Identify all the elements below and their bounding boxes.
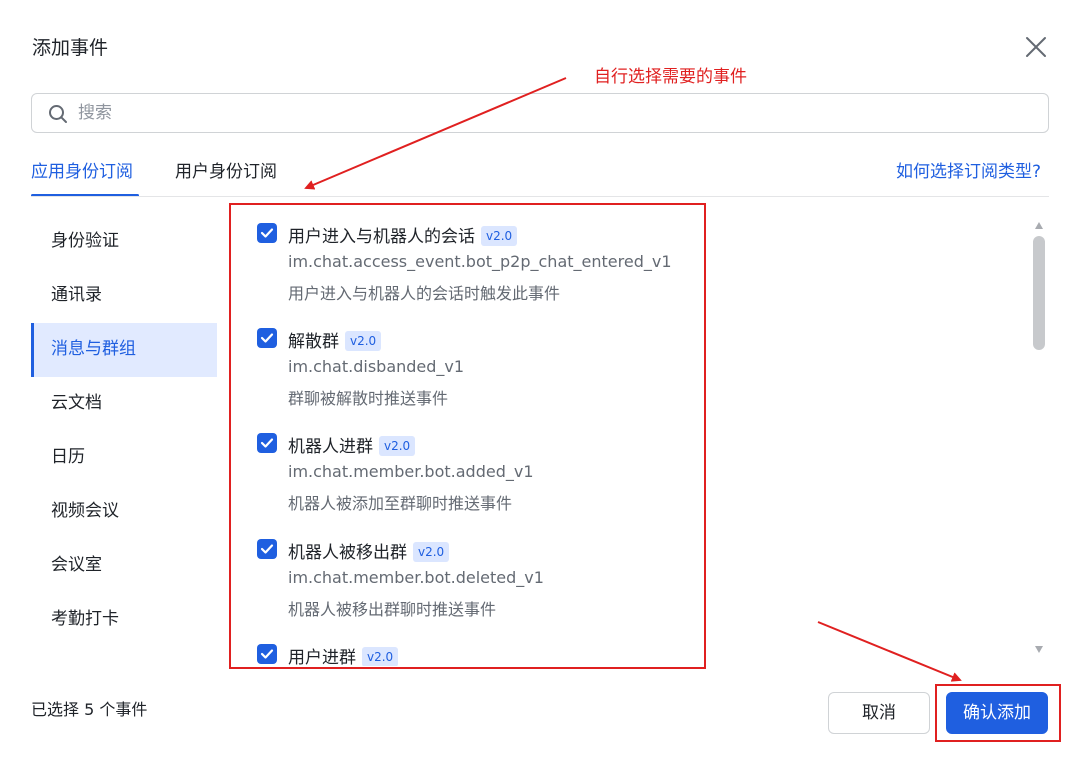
search-box[interactable] (31, 93, 1049, 133)
tab-user-subscription[interactable]: 用户身份订阅 (175, 157, 277, 182)
event-name: 用户进群 v2.0 (288, 643, 399, 666)
scroll-thumb[interactable] (1033, 236, 1045, 350)
event-name: 机器人进群 v2.0 (288, 432, 416, 457)
event-name-text: 用户进群 (288, 648, 356, 666)
close-icon[interactable] (1022, 33, 1050, 61)
event-name-text: 机器人被移出群 (288, 543, 407, 563)
sidebar-item-docs[interactable]: 云文档 (31, 377, 217, 431)
event-checkbox[interactable] (257, 644, 277, 664)
event-checkbox[interactable] (257, 539, 277, 559)
subscription-type-help-link[interactable]: 如何选择订阅类型? (896, 157, 1041, 182)
scroll-up-arrow-icon[interactable] (1035, 222, 1043, 229)
dialog-title: 添加事件 (32, 37, 109, 59)
sidebar-item-auth[interactable]: 身份验证 (31, 215, 217, 269)
sidebar-item-meeting-room[interactable]: 会议室 (31, 539, 217, 593)
version-badge: v2.0 (345, 331, 382, 351)
event-list: 用户进入与机器人的会话 v2.0 im.chat.access_event.bot… (230, 202, 1030, 666)
event-code: im.chat.access_event.bot_p2p_chat_entere… (288, 252, 672, 271)
sidebar-item-video-meeting[interactable]: 视频会议 (31, 485, 217, 539)
version-badge: v2.0 (481, 226, 518, 246)
version-badge: v2.0 (362, 647, 399, 666)
event-code: im.chat.member.bot.added_v1 (288, 462, 534, 481)
event-checkbox[interactable] (257, 223, 277, 243)
event-checkbox[interactable] (257, 328, 277, 348)
sidebar-item-attendance[interactable]: 考勤打卡 (31, 593, 217, 647)
event-description: 群聊被解散时推送事件 (288, 389, 449, 408)
cancel-button[interactable]: 取消 (828, 692, 930, 734)
event-description: 机器人被添加至群聊时推送事件 (288, 494, 513, 513)
tab-app-subscription[interactable]: 应用身份订阅 (31, 157, 133, 182)
event-code: im.chat.disbanded_v1 (288, 357, 465, 376)
event-name-text: 机器人进群 (288, 437, 373, 457)
event-code: im.chat.member.bot.deleted_v1 (288, 568, 544, 587)
event-name: 解散群 v2.0 (288, 327, 382, 352)
sidebar-item-messages-groups[interactable]: 消息与群组 (31, 323, 217, 377)
event-name-text: 用户进入与机器人的会话 (288, 227, 475, 247)
tabs-divider (31, 196, 1049, 197)
version-badge: v2.0 (379, 436, 416, 456)
sidebar-item-contacts[interactable]: 通讯录 (31, 269, 217, 323)
add-event-dialog: 添加事件 应用身份订阅 用户身份订阅 如何选择订阅类型? 身份验证 通讯录 消息… (0, 0, 1080, 764)
annotation-text: 自行选择需要的事件 (594, 67, 747, 87)
event-name-text: 解散群 (288, 332, 339, 352)
category-sidebar: 身份验证 通讯录 消息与群组 云文档 日历 视频会议 会议室 考勤打卡 (31, 215, 217, 647)
scroll-down-arrow-icon[interactable] (1035, 646, 1043, 653)
search-icon (48, 104, 68, 124)
selected-count: 已选择 5 个事件 (31, 700, 148, 719)
confirm-add-button[interactable]: 确认添加 (946, 692, 1048, 734)
search-input[interactable] (78, 98, 1028, 128)
version-badge: v2.0 (413, 542, 450, 562)
event-checkbox[interactable] (257, 433, 277, 453)
event-name: 用户进入与机器人的会话 v2.0 (288, 222, 518, 247)
event-description: 用户进入与机器人的会话时触发此事件 (288, 284, 561, 303)
event-name: 机器人被移出群 v2.0 (288, 538, 450, 563)
sidebar-item-calendar[interactable]: 日历 (31, 431, 217, 485)
event-description: 机器人被移出群聊时推送事件 (288, 600, 497, 619)
scrollbar[interactable] (1030, 218, 1048, 658)
